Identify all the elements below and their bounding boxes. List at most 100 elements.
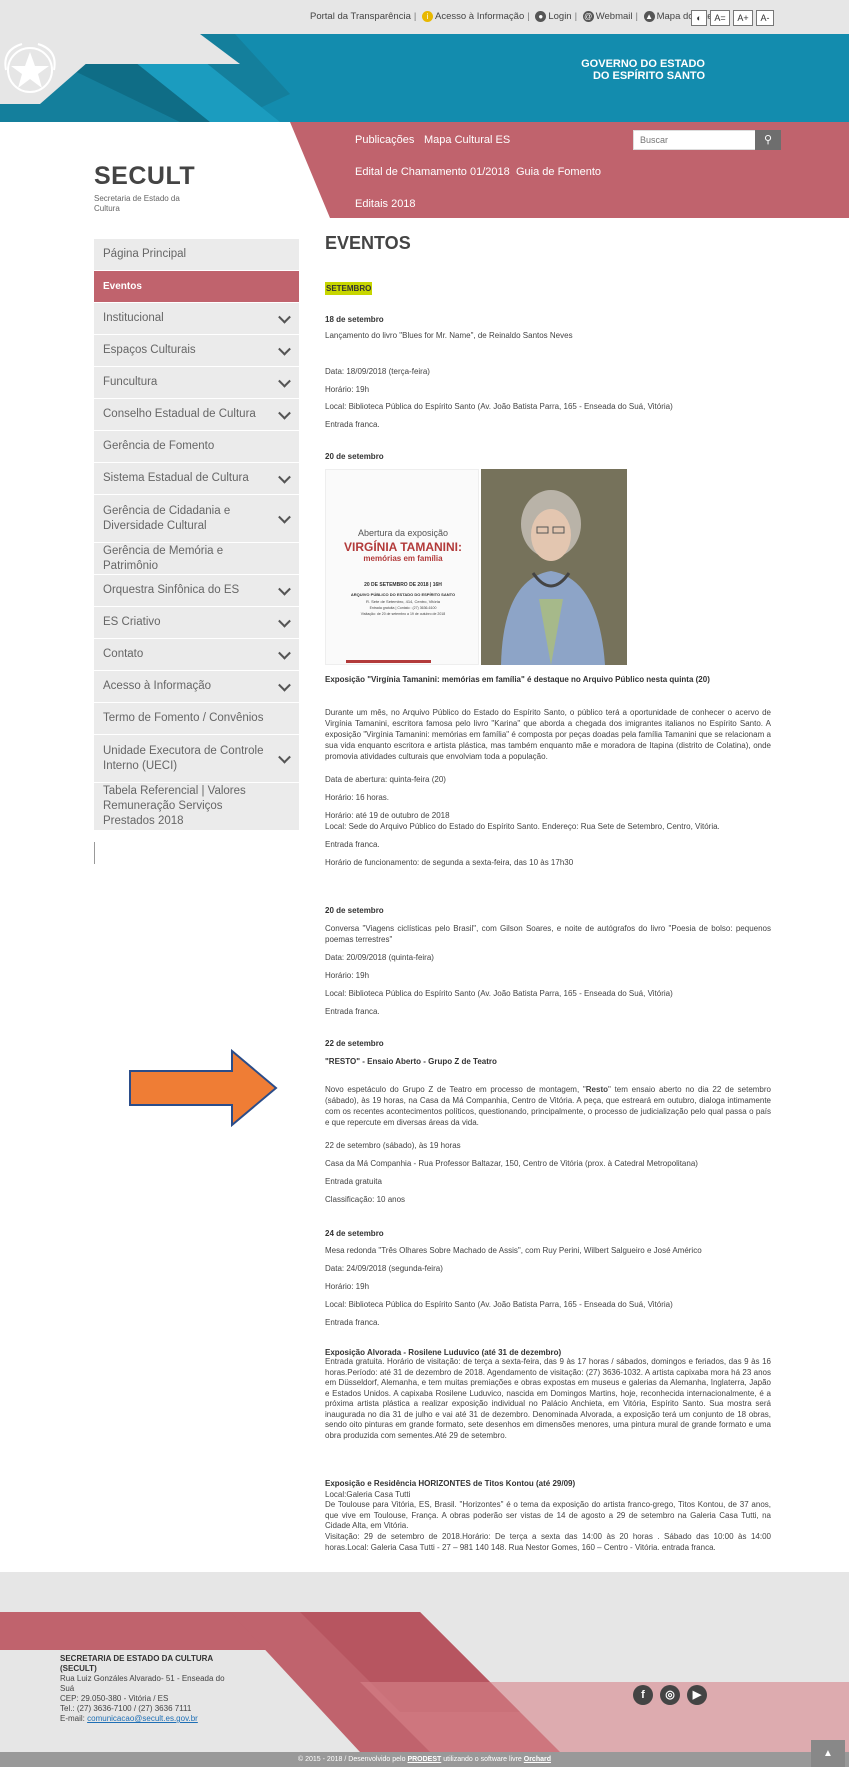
orchard-link[interactable]: Orchard bbox=[524, 1756, 551, 1763]
chevron-down-icon[interactable] bbox=[278, 678, 291, 692]
event-4-when: 22 de setembro (sábado), às 19 horas bbox=[325, 1141, 461, 1150]
font-normal-button[interactable]: A= bbox=[710, 10, 730, 26]
sidebar-item[interactable]: Orquestra Sinfônica do ES bbox=[94, 575, 299, 607]
sitemap-icon: ▲ bbox=[643, 11, 655, 22]
sidebar-item-label: Termo de Fomento / Convênios bbox=[103, 712, 264, 724]
sidebar-item[interactable]: Termo de Fomento / Convênios bbox=[94, 703, 299, 735]
poster-line-8: Visitação: de 20 de setembro a 19 de out… bbox=[360, 612, 446, 616]
footer-org: SECRETARIA DE ESTADO DA CULTURA (SECULT) bbox=[60, 1654, 213, 1673]
menu-edital-chamamento[interactable]: Edital de Chamamento 01/2018 bbox=[355, 166, 510, 178]
event-5-local: Local: Biblioteca Pública do Espírito Sa… bbox=[325, 1300, 673, 1309]
utility-links: Portal da Transparência | i Acesso à Infor… bbox=[310, 11, 713, 22]
sidebar-item[interactable]: Sistema Estadual de Cultura bbox=[94, 463, 299, 495]
poster-line-7: Entrada gratuita | Contato : (27) 3636-6… bbox=[369, 606, 437, 610]
menu-guia-fomento[interactable]: Guia de Fomento bbox=[516, 166, 601, 178]
back-to-top-button[interactable]: ▲ bbox=[811, 1740, 845, 1767]
poster-line-4: 20 DE SETEMBRO DE 2018 | 16H bbox=[364, 582, 442, 588]
chevron-up-icon: ▲ bbox=[823, 1748, 833, 1759]
chevron-down-icon[interactable] bbox=[278, 750, 291, 764]
link-login[interactable]: Login bbox=[548, 11, 571, 22]
chevron-down-icon[interactable] bbox=[278, 510, 291, 524]
poster-line-6: R. Sete de Setembro, 414, Centro, Vitóri… bbox=[366, 599, 440, 604]
portrait-painting bbox=[481, 469, 627, 665]
link-webmail[interactable]: Webmail bbox=[596, 11, 633, 22]
sidebar-item[interactable]: Acesso à Informação bbox=[94, 671, 299, 703]
chevron-down-icon[interactable] bbox=[278, 374, 291, 388]
poster-accent-bar bbox=[346, 660, 431, 663]
link-acesso-informacao[interactable]: Acesso à Informação bbox=[435, 11, 524, 22]
site-subtitle: Secretaria de Estado da Cultura bbox=[94, 194, 180, 213]
sidebar-item-label: ES Criativo bbox=[103, 616, 161, 628]
event-7-body: De Toulouse para Vitória, ES, Brasil. "H… bbox=[325, 1500, 771, 1530]
search-input[interactable] bbox=[633, 130, 765, 150]
chevron-down-icon[interactable] bbox=[278, 310, 291, 324]
font-decrease-button[interactable]: A- bbox=[756, 10, 774, 26]
event-7-title: Exposição e Residência HORIZONTES de Tit… bbox=[325, 1479, 576, 1488]
state-seal-icon bbox=[4, 43, 56, 93]
sidebar-item-label: Orquestra Sinfônica do ES bbox=[103, 584, 240, 596]
event-5-entrada: Entrada franca. bbox=[325, 1318, 380, 1327]
sidebar-item-label: Gerência de Cidadania e Diversidade Cult… bbox=[103, 504, 231, 532]
menu-editais-2018[interactable]: Editais 2018 bbox=[355, 198, 416, 210]
banner-shapes bbox=[0, 34, 290, 122]
event-4-title: "RESTO" - Ensaio Aberto - Grupo Z de Tea… bbox=[325, 1057, 497, 1066]
sidebar-item[interactable]: Gerência de Fomento bbox=[94, 431, 299, 463]
prodest-link[interactable]: PRODEST bbox=[407, 1756, 441, 1763]
sidebar-item-label: Gerência de Fomento bbox=[103, 440, 215, 452]
event-2-title: Exposição "Virgínia Tamanini: memórias e… bbox=[325, 675, 710, 684]
font-increase-button[interactable]: A+ bbox=[733, 10, 753, 26]
chevron-down-icon[interactable] bbox=[278, 646, 291, 660]
poster-line-2: VIRGÍNIA TAMANINI: bbox=[344, 540, 462, 554]
sidebar-item-label: Eventos bbox=[103, 281, 142, 292]
event-5-data: Data: 24/09/2018 (segunda-feira) bbox=[325, 1264, 443, 1273]
sidebar-item[interactable]: Conselho Estadual de Cultura bbox=[94, 399, 299, 431]
utility-bar: Portal da Transparência | i Acesso à Infor… bbox=[0, 0, 849, 34]
event-7-local: Local:Galeria Casa Tutti bbox=[325, 1490, 411, 1499]
sidebar-item[interactable]: Unidade Executora de Controle Interno (U… bbox=[94, 735, 299, 783]
site-title: SECULT bbox=[94, 162, 196, 190]
event-2-abertura: Data de abertura: quinta-feira (20) bbox=[325, 775, 446, 784]
sidebar-item[interactable]: ES Criativo bbox=[94, 607, 299, 639]
event-4-body-a: Novo espetáculo do Grupo Z de Teatro em … bbox=[325, 1085, 586, 1094]
sidebar-item[interactable]: Tabela Referencial | Valores Remuneração… bbox=[94, 783, 299, 831]
event-1-desc: Lançamento do livro "Blues for Mr. Name"… bbox=[325, 331, 573, 340]
facebook-icon[interactable]: f bbox=[633, 1685, 653, 1705]
search-button[interactable]: ⚲ bbox=[755, 130, 781, 150]
sidebar-item[interactable]: Funcultura bbox=[94, 367, 299, 399]
chevron-down-icon[interactable] bbox=[278, 342, 291, 356]
sidebar-item-label: Sistema Estadual de Cultura bbox=[103, 472, 249, 484]
chevron-down-icon[interactable] bbox=[278, 470, 291, 484]
sidebar-item[interactable]: Gerência de Memória e Patrimônio bbox=[94, 543, 299, 575]
footer-email-link[interactable]: comunicacao@secult.es.gov.br bbox=[87, 1714, 198, 1723]
sidebar-item[interactable]: Espaços Culturais bbox=[94, 335, 299, 367]
contrast-button[interactable]: ◐ bbox=[691, 10, 707, 26]
copyright-text-2: utilizando o software livre bbox=[441, 1756, 524, 1763]
chevron-down-icon[interactable] bbox=[278, 406, 291, 420]
event-2-funcionamento: Horário de funcionamento: de segunda a s… bbox=[325, 858, 574, 867]
sidebar-item[interactable]: Gerência de Cidadania e Diversidade Cult… bbox=[94, 495, 299, 543]
mail-icon: @ bbox=[582, 11, 594, 22]
footer-address: SECRETARIA DE ESTADO DA CULTURA (SECULT)… bbox=[60, 1654, 235, 1724]
orange-arrow-icon bbox=[129, 1049, 278, 1127]
instagram-icon[interactable]: ◎ bbox=[660, 1685, 680, 1705]
event-1-local: Local: Biblioteca Pública do Espírito Sa… bbox=[325, 402, 673, 411]
sidebar-item-label: Conselho Estadual de Cultura bbox=[103, 408, 256, 420]
menu-publicacoes[interactable]: Publicações bbox=[355, 134, 414, 146]
sidebar-item-label: Funcultura bbox=[103, 376, 158, 388]
event-4-where: Casa da Má Companhia - Rua Professor Bal… bbox=[325, 1159, 698, 1168]
sidebar-item[interactable]: Eventos bbox=[94, 271, 299, 303]
sidebar-item[interactable]: Página Principal bbox=[94, 239, 299, 271]
youtube-icon[interactable]: ▶ bbox=[687, 1685, 707, 1705]
event-4-body-bold: Resto bbox=[585, 1085, 608, 1094]
menu-mapa-cultural[interactable]: Mapa Cultural ES bbox=[424, 134, 510, 146]
sidebar-item[interactable]: Contato bbox=[94, 639, 299, 671]
sidebar-item-label: Espaços Culturais bbox=[103, 344, 196, 356]
header-banner: GOVERNO DO ESTADO DO ESPÍRITO SANTO bbox=[0, 34, 849, 122]
event-2-ate: Horário: até 19 de outubro de 2018 bbox=[325, 811, 450, 820]
info-icon: i bbox=[421, 11, 433, 22]
chevron-down-icon[interactable] bbox=[278, 614, 291, 628]
chevron-down-icon[interactable] bbox=[278, 582, 291, 596]
copyright-text: © 2015 - 2018 / Desenvolvido pelo bbox=[297, 1756, 408, 1763]
sidebar-item[interactable]: Institucional bbox=[94, 303, 299, 335]
link-transparencia[interactable]: Portal da Transparência bbox=[310, 11, 411, 22]
